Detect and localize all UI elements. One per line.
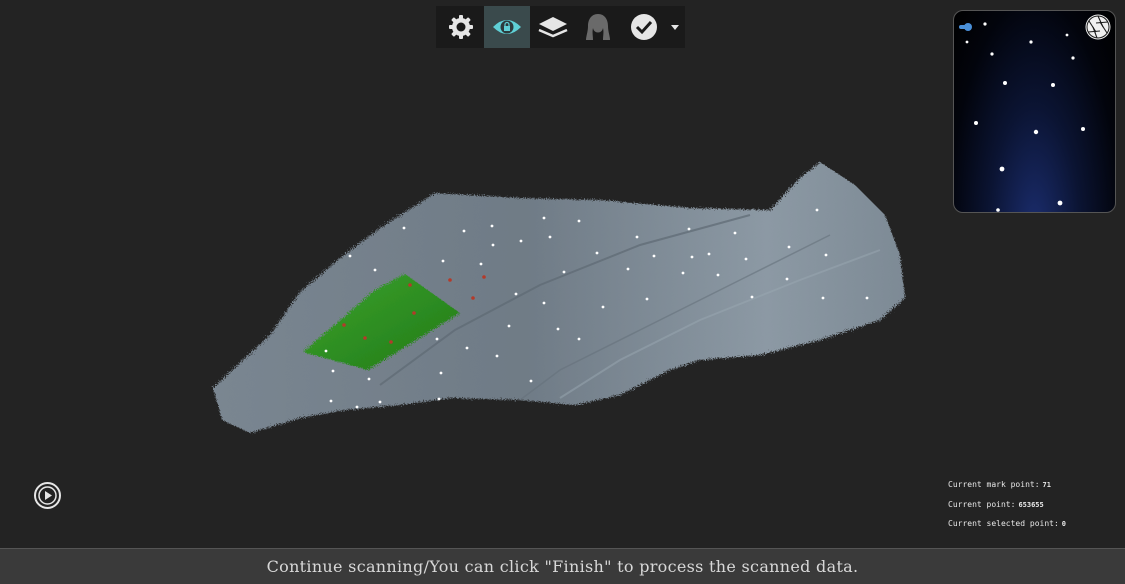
- mark-point-row: Current mark point: 71: [948, 480, 1066, 500]
- selected-point-label: Current selected point:: [948, 519, 1059, 528]
- scanned-surface: [213, 162, 905, 433]
- camera-preview: [953, 10, 1116, 213]
- mark-point-value: 71: [1042, 481, 1051, 489]
- current-point-label: Current point:: [948, 499, 1016, 509]
- layers-icon: [538, 17, 568, 38]
- aperture-icon[interactable]: [1084, 13, 1112, 41]
- play-button[interactable]: [33, 481, 62, 510]
- current-point-value: 653655: [1018, 500, 1044, 509]
- settings-button[interactable]: [438, 6, 484, 48]
- main-toolbar: [436, 6, 685, 48]
- camera-preview-image: [959, 22, 1085, 212]
- current-point-row: Current point: 653655: [948, 500, 1066, 520]
- eye-lock-icon: [492, 20, 521, 34]
- gear-icon: [448, 15, 473, 39]
- status-bar: Continue scanning/You can click "Finish"…: [0, 548, 1125, 584]
- finish-options-dropdown[interactable]: [667, 6, 683, 48]
- caret-down-icon: [671, 25, 680, 30]
- check-circle-icon: [631, 14, 658, 40]
- head-profile-icon: [586, 14, 611, 40]
- view-lock-button[interactable]: [483, 6, 530, 48]
- head-scan-button[interactable]: [575, 6, 621, 48]
- play-circle-icon: [34, 482, 61, 509]
- finish-button[interactable]: [621, 6, 667, 48]
- layers-button[interactable]: [530, 6, 576, 48]
- mark-point-label: Current mark point:: [948, 480, 1040, 489]
- selected-point-row: Current selected point: 0: [948, 519, 1066, 539]
- status-message: Continue scanning/You can click "Finish"…: [266, 557, 859, 576]
- selected-point-value: 0: [1061, 520, 1066, 528]
- scan-info-panel: Current mark point: 71 Current point: 6536…: [948, 480, 1066, 539]
